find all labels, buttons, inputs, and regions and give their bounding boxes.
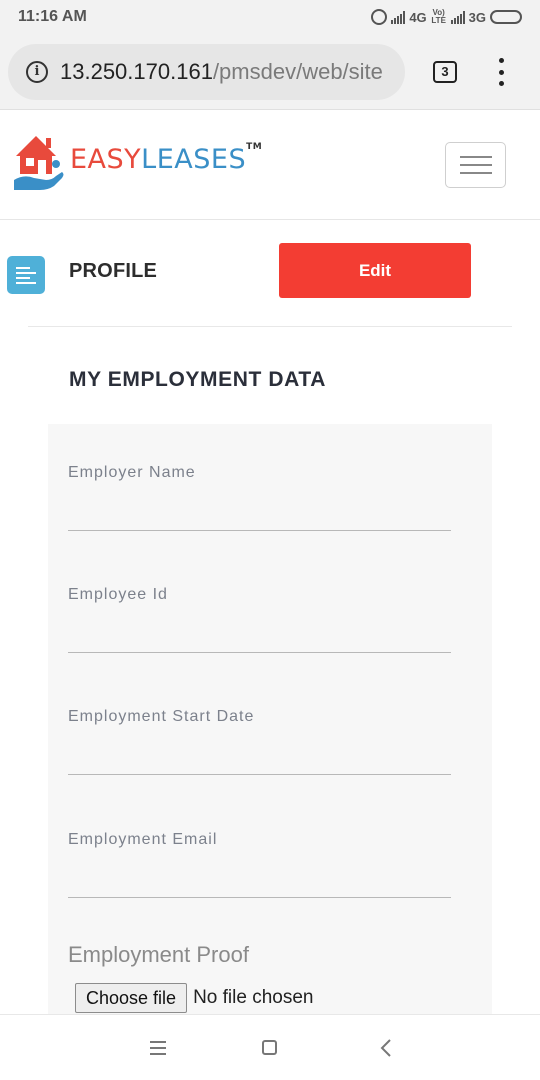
url-text[interactable]: 13.250.170.161/pmsdev/web/site: [60, 59, 383, 85]
logo-wordmark: EASYLEASESTM: [70, 142, 263, 175]
site-header: EASYLEASESTM: [0, 110, 540, 220]
battery-icon: [490, 10, 522, 24]
employment-start-date-input[interactable]: [68, 738, 451, 775]
browser-toolbar: i 13.250.170.161/pmsdev/web/site 3: [0, 34, 540, 110]
employer-name-input[interactable]: [68, 494, 451, 531]
network-type-1: 4G: [409, 9, 427, 25]
employment-proof-label: Employment Proof: [68, 942, 249, 967]
logo-easy: EASY: [70, 144, 142, 175]
employee-id-label: Employee Id: [68, 586, 168, 603]
info-icon[interactable]: i: [26, 61, 48, 83]
house-hand-icon: [14, 136, 64, 190]
section-title: MY EMPLOYMENT DATA: [69, 368, 326, 391]
employment-start-date-label: Employment Start Date: [68, 708, 255, 725]
employment-email-label: Employment Email: [68, 831, 218, 848]
profile-list-icon: [7, 256, 45, 294]
signal-icon: [391, 10, 406, 24]
hamburger-icon: [459, 156, 492, 158]
back-icon[interactable]: [380, 1039, 392, 1057]
url-host: 13.250.170.161: [60, 59, 213, 84]
employment-form: Employer Name Employee Id Employment Sta…: [48, 424, 492, 1024]
file-upload: Choose file No file chosen: [75, 983, 313, 1013]
network-type-2: 3G: [468, 9, 486, 25]
logo-trademark: TM: [246, 142, 263, 152]
alarm-icon: [371, 9, 388, 25]
choose-file-button[interactable]: Choose file: [75, 983, 188, 1013]
nav-toggle-button[interactable]: [445, 142, 506, 188]
status-icons: 4G Vo) LTE 3G: [371, 7, 522, 27]
status-time: 11:16 AM: [18, 8, 87, 25]
file-status: No file chosen: [193, 987, 314, 1008]
employer-name-label: Employer Name: [68, 464, 196, 481]
employment-email-input[interactable]: [68, 861, 451, 898]
employee-id-input[interactable]: [68, 616, 451, 653]
recents-menu-icon[interactable]: [150, 1041, 166, 1055]
edit-button[interactable]: Edit: [279, 243, 471, 298]
profile-header: PROFILE Edit: [0, 221, 540, 326]
home-icon[interactable]: [262, 1040, 277, 1055]
address-bar[interactable]: i 13.250.170.161/pmsdev/web/site: [8, 44, 405, 100]
divider: [28, 326, 512, 327]
volte-indicator: Vo) LTE: [431, 8, 446, 25]
easyleases-logo[interactable]: EASYLEASESTM: [12, 130, 262, 192]
signal-icon-2: [450, 10, 465, 24]
logo-leases: LEASES: [141, 144, 247, 175]
tab-switcher-button[interactable]: 3: [433, 61, 457, 83]
status-bar: 11:16 AM 4G Vo) LTE 3G: [0, 0, 540, 34]
page-title: PROFILE: [69, 260, 158, 282]
overflow-menu-icon[interactable]: [496, 58, 506, 86]
system-nav-bar: [0, 1014, 540, 1080]
url-path: /pmsdev/web/site: [212, 59, 383, 84]
